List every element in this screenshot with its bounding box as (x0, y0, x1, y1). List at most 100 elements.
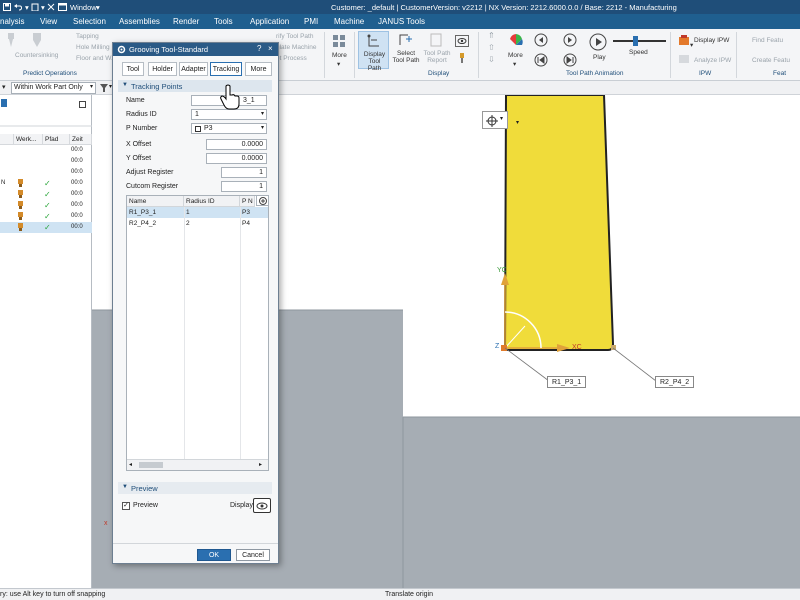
p-number-dropdown[interactable]: P3 ▾ (191, 123, 267, 134)
window-menu[interactable]: Window (70, 3, 97, 12)
tab-more[interactable]: More (245, 62, 272, 76)
ribbon-more-2[interactable]: More (508, 52, 523, 59)
radius-id-dropdown[interactable]: 1 ▾ (191, 109, 267, 120)
ribbon-countersinking[interactable]: Countersinking (15, 52, 58, 59)
ribbon-tapping[interactable]: Tapping (76, 33, 99, 40)
help-icon[interactable]: ? (257, 44, 261, 53)
nav-col-name[interactable] (0, 134, 14, 145)
nav-operation-row[interactable]: ✓ 00:0 (0, 189, 92, 200)
display-ipw[interactable]: Display IPW (694, 37, 729, 44)
x-offset-field[interactable]: 0.0000 (206, 139, 267, 150)
play-label[interactable]: Play (593, 54, 606, 61)
square-icon[interactable] (79, 101, 86, 108)
filter-icon[interactable] (100, 84, 108, 92)
adjust-register-field[interactable]: 1 (221, 167, 267, 178)
nav-operation-row[interactable]: 00:0 (0, 145, 92, 156)
undo-icon[interactable] (14, 3, 22, 11)
preview-section[interactable]: ▼ Preview (118, 482, 272, 494)
menu-machine[interactable]: Machine (334, 17, 364, 26)
drill-icon[interactable] (4, 32, 18, 48)
nav-col-pfad[interactable]: Pfad (43, 134, 70, 145)
nav-col-zeit[interactable]: Zeit (70, 134, 92, 145)
qa-chevron[interactable]: ▾ (25, 3, 29, 12)
tracking-callout-2[interactable]: R2_P4_2 (655, 376, 695, 388)
table-row[interactable]: R1_P3_1 1 P3 (127, 207, 268, 218)
menu-view[interactable]: View (40, 17, 57, 26)
nav-operation-row[interactable]: ✓ 00:0 (0, 211, 92, 222)
menu-tools[interactable]: Tools (214, 17, 233, 26)
menu-application[interactable]: Application (250, 17, 289, 26)
menu-pmi[interactable]: PMI (304, 17, 318, 26)
speed-slider[interactable] (613, 40, 666, 42)
ok-button[interactable]: OK (197, 549, 231, 561)
dialog-title-bar[interactable]: Grooving Tool-Standard ? × (113, 43, 278, 56)
more-grid-icon[interactable] (332, 34, 346, 48)
ribbon-set-process[interactable]: et Process (276, 55, 307, 62)
table-row[interactable]: R2_P4_2 2 P4 (127, 218, 268, 229)
display-tool-path-button[interactable]: Display Tool Path (358, 31, 389, 72)
rewind-icon[interactable] (534, 53, 548, 67)
tab-holder[interactable]: Holder (148, 62, 177, 76)
nav-operation-row[interactable]: 00:0 (0, 167, 92, 178)
select-tool-path-button[interactable]: Select Tool Path (391, 31, 420, 69)
speed-slider-thumb[interactable] (633, 36, 638, 46)
ribbon-hole-milling[interactable]: Hole Milling (76, 44, 110, 51)
menu-selection[interactable]: Selection (73, 17, 106, 26)
create-feature[interactable]: Create Featu (752, 57, 790, 64)
nav-toolbar-icon[interactable] (1, 99, 7, 107)
close-icon[interactable]: × (268, 44, 273, 53)
col-radius-id[interactable]: Radius ID (184, 196, 240, 207)
selection-scope-dropdown[interactable]: Within Work Part Only ▾ (11, 82, 96, 94)
snap-more-chevron[interactable]: ▾ (516, 119, 519, 126)
tracking-callout-1[interactable]: R1_P3_1 (547, 376, 587, 388)
brush-icon[interactable] (458, 53, 466, 63)
window-icon[interactable] (58, 3, 67, 11)
cut-icon[interactable] (47, 3, 55, 11)
tab-tool[interactable]: Tool (122, 62, 144, 76)
add-tracking-point-button[interactable] (256, 195, 269, 206)
countersinking-icon[interactable] (30, 32, 44, 48)
arrow-up-up[interactable]: ⇑ (488, 31, 495, 40)
arrow-down[interactable]: ⇩ (488, 55, 495, 64)
nav-operation-row[interactable]: 00:0 (0, 156, 92, 167)
y-offset-field[interactable]: 0.0000 (206, 153, 267, 164)
cancel-button[interactable]: Cancel (236, 549, 270, 561)
tab-tracking[interactable]: Tracking (210, 62, 242, 76)
ribbon-floor-wall[interactable]: Floor and W... (76, 55, 116, 62)
scroll-right-icon[interactable]: ▸ (259, 461, 262, 468)
menu-janus-tools[interactable]: JANUS Tools (378, 17, 425, 26)
eye-icon[interactable] (455, 35, 469, 47)
tool-path-report-button[interactable]: Tool Path Report (422, 31, 451, 69)
nav-operation-row[interactable]: ✓ 00:0 (0, 200, 92, 211)
ribbon-simulate-machine[interactable]: ulate Machine (276, 44, 316, 51)
tab-adapter[interactable]: Adapter (179, 62, 208, 76)
menu-assemblies[interactable]: Assemblies (119, 17, 160, 26)
step-forward-icon[interactable] (563, 33, 577, 47)
color-wheel-icon[interactable] (508, 33, 524, 47)
scroll-left-icon[interactable]: ◂ (129, 461, 132, 468)
forward-end-icon[interactable] (563, 53, 577, 67)
nav-operation-row[interactable]: ✓ 00:0 (0, 222, 92, 233)
scroll-thumb[interactable] (139, 462, 163, 468)
tracking-points-section[interactable]: ▼ Tracking Points (118, 80, 272, 92)
clipboard-icon[interactable] (31, 3, 39, 11)
menu-render[interactable]: Render (173, 17, 199, 26)
step-back-icon[interactable] (534, 33, 548, 47)
menu-chevron[interactable]: ▾ (2, 83, 6, 91)
save-icon[interactable] (3, 3, 11, 11)
find-feature[interactable]: Find Featu (752, 37, 783, 44)
analyze-ipw-icon[interactable] (678, 54, 690, 64)
horizontal-scrollbar[interactable]: ◂ ▸ (127, 459, 268, 470)
ribbon-more[interactable]: More (332, 52, 347, 59)
nav-col-werkzeug[interactable]: Werk... (14, 134, 43, 145)
snap-point-widget[interactable]: ▾ (482, 111, 508, 129)
menu-analysis[interactable]: nalysis (0, 17, 24, 26)
cutcom-register-field[interactable]: 1 (221, 181, 267, 192)
play-icon[interactable] (589, 33, 607, 51)
preview-checkbox[interactable]: ✓ (122, 502, 130, 510)
ipw-icon[interactable] (678, 34, 690, 46)
arrow-up[interactable]: ⇧ (488, 43, 495, 52)
nav-operation-row[interactable]: N ✓ 00:0 (0, 178, 92, 189)
display-preview-button[interactable] (253, 498, 271, 513)
ribbon-verify-tool-path[interactable]: rify Tool Path (276, 33, 313, 40)
